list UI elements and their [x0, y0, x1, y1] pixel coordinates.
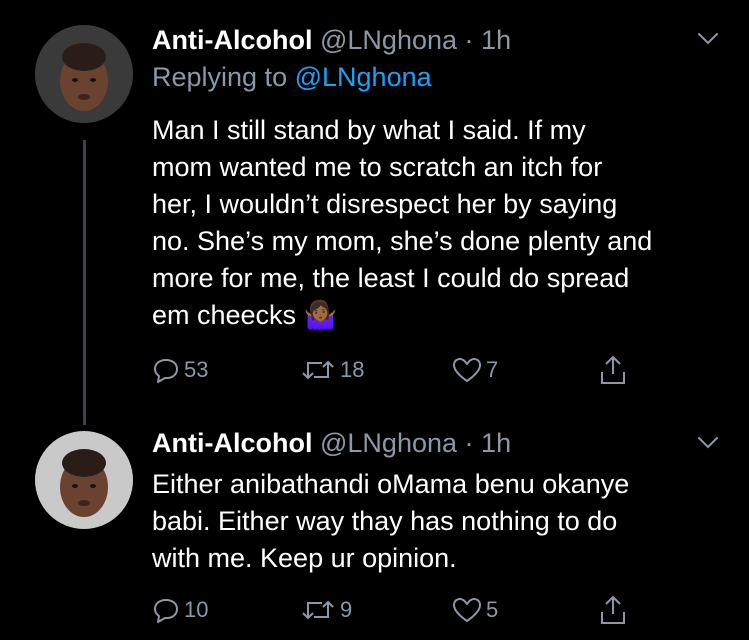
- tweet-actions: 10 9 5: [152, 593, 652, 627]
- reply-count: 53: [184, 357, 209, 382]
- timestamp[interactable]: 1h: [481, 428, 511, 458]
- share-icon: [601, 355, 625, 384]
- user-handle[interactable]: @LNghona: [320, 25, 457, 55]
- chevron-down-icon[interactable]: [697, 32, 719, 46]
- display-name[interactable]: Anti-Alcohol @LNghona · 1h: [152, 25, 511, 56]
- display-name[interactable]: Anti-Alcohol @LNghona · 1h: [152, 428, 511, 459]
- tweet-text-line: Man I still stand by what I said. If my: [152, 115, 586, 145]
- replying-to: Replying to @LNghona: [152, 62, 432, 93]
- tweet-text-line: babi. Either way thay has nothing to do: [152, 506, 618, 536]
- reply-count: 10: [184, 597, 209, 622]
- display-name-text[interactable]: Anti-Alcohol: [152, 428, 312, 458]
- share-button[interactable]: [598, 353, 628, 387]
- retweet-count: 18: [340, 357, 365, 382]
- like-button[interactable]: 5: [452, 593, 498, 627]
- reply-icon: [154, 599, 178, 623]
- heart-icon: [453, 598, 481, 622]
- tweet-actions: 53 18 7: [152, 353, 652, 387]
- reply-button[interactable]: 10: [152, 593, 208, 627]
- tweet-text: Either anibathandi oMama benu okanye bab…: [152, 466, 727, 577]
- heart-icon: [453, 358, 481, 382]
- tweet-text: Man I still stand by what I said. If my …: [152, 112, 727, 334]
- retweet-count: 9: [340, 597, 353, 622]
- retweet-icon: [302, 600, 334, 620]
- display-name-text[interactable]: Anti-Alcohol: [152, 25, 312, 55]
- retweet-button[interactable]: 9: [300, 593, 352, 627]
- tweet-text-line: mom wanted me to scratch an itch for: [152, 152, 603, 182]
- tweet-text-line: em cheecks 🤷🏾‍♀️: [152, 300, 338, 330]
- avatar[interactable]: [35, 431, 133, 529]
- timestamp[interactable]: 1h: [481, 25, 511, 55]
- dot-separator: ·: [464, 25, 474, 55]
- tweet-text-line: Either anibathandi oMama benu okanye: [152, 469, 630, 499]
- tweet-text-line: no. She’s my mom, she’s done plenty and: [152, 226, 653, 256]
- avatar-photo: [35, 25, 133, 123]
- reply-button[interactable]: 53: [152, 353, 208, 387]
- like-count: 7: [486, 357, 499, 382]
- retweet-button[interactable]: 18: [300, 353, 364, 387]
- avatar-photo: [35, 431, 133, 529]
- chevron-down-icon[interactable]: [697, 436, 719, 450]
- like-count: 5: [486, 597, 499, 622]
- tweet[interactable]: Anti-Alcohol @LNghona · 1h Either anibat…: [0, 420, 749, 640]
- share-icon: [601, 595, 625, 624]
- tweet[interactable]: Anti-Alcohol @LNghona · 1h Replying to @…: [0, 0, 749, 420]
- tweet-text-line: more for me, the least I could do spread: [152, 263, 630, 293]
- replying-to-label: Replying to: [152, 62, 288, 92]
- tweet-text-line: with me. Keep ur opinion.: [152, 543, 457, 573]
- replying-to-link[interactable]: @LNghona: [295, 62, 432, 92]
- share-button[interactable]: [598, 593, 628, 627]
- retweet-icon: [302, 360, 334, 380]
- reply-icon: [154, 359, 178, 383]
- like-button[interactable]: 7: [452, 353, 498, 387]
- avatar[interactable]: [35, 25, 133, 123]
- tweet-text-line: her, I wouldn’t disrespect her by saying: [152, 189, 618, 219]
- user-handle[interactable]: @LNghona: [320, 428, 457, 458]
- dot-separator: ·: [464, 428, 474, 458]
